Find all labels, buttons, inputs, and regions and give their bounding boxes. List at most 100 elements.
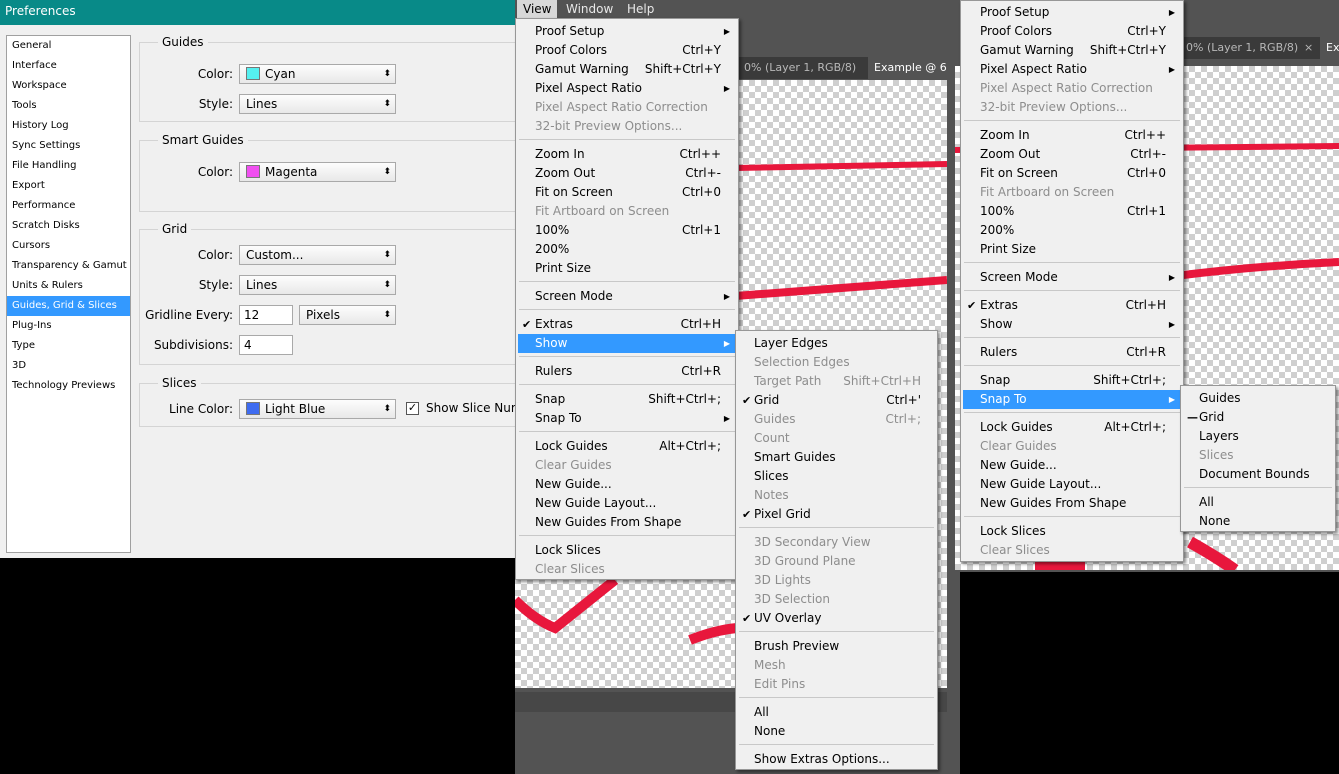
menu-item-snap[interactable]: Snap Shift+Ctrl+; <box>963 371 1181 390</box>
menu-item-new-guides-from-shape[interactable]: New Guides From Shape <box>518 513 736 532</box>
nav-item-export[interactable]: Export <box>7 176 130 196</box>
menu-item-proof-setup[interactable]: Proof Setup ▶ <box>963 3 1181 22</box>
menu-window[interactable]: Window <box>566 0 613 18</box>
menu-item-layer-edges[interactable]: Layer Edges <box>738 334 935 353</box>
menu-item-extras[interactable]: ✔ Extras Ctrl+H <box>963 296 1181 315</box>
menu-help[interactable]: Help <box>627 0 654 18</box>
menu-item-none[interactable]: None <box>738 722 935 741</box>
menu-item-notes[interactable]: Notes <box>738 486 935 505</box>
menu-item-fit-on-screen[interactable]: Fit on Screen Ctrl+0 <box>518 183 736 202</box>
menu-item-selection-edges[interactable]: Selection Edges <box>738 353 935 372</box>
document-tab-active[interactable]: Ex <box>1320 37 1339 59</box>
menu-item-snap-to[interactable]: Snap To ▶ <box>963 390 1181 409</box>
nav-item-type[interactable]: Type <box>7 336 130 356</box>
menu-item-mesh[interactable]: Mesh <box>738 656 935 675</box>
menu-item-guides[interactable]: Guides <box>1183 389 1333 408</box>
nav-item-scratch-disks[interactable]: Scratch Disks <box>7 216 130 236</box>
document-tab[interactable]: 0% (Layer 1, RGB/8) <box>1180 37 1298 59</box>
menu-view[interactable]: View <box>517 0 558 18</box>
menu-item-new-guide[interactable]: New Guide... <box>963 456 1181 475</box>
menu-item-3d-ground-plane[interactable]: 3D Ground Plane <box>738 552 935 571</box>
menu-item-snap-to[interactable]: Snap To ▶ <box>518 409 736 428</box>
menu-item-pixel-aspect-ratio-correction[interactable]: Pixel Aspect Ratio Correction <box>518 98 736 117</box>
menu-item-print-size[interactable]: Print Size <box>963 240 1181 259</box>
menu-item-pixel-grid[interactable]: ✔ Pixel Grid <box>738 505 935 524</box>
menu-item-100[interactable]: 100% Ctrl+1 <box>963 202 1181 221</box>
menu-item-all[interactable]: All <box>738 703 935 722</box>
menu-item-screen-mode[interactable]: Screen Mode ▶ <box>518 287 736 306</box>
nav-item-plug-ins[interactable]: Plug-Ins <box>7 316 130 336</box>
menu-item-lock-slices[interactable]: Lock Slices <box>963 522 1181 541</box>
menu-item-zoom-in[interactable]: Zoom In Ctrl++ <box>963 126 1181 145</box>
nav-item-workspace[interactable]: Workspace <box>7 76 130 96</box>
menu-item-screen-mode[interactable]: Screen Mode ▶ <box>963 268 1181 287</box>
menu-item-zoom-in[interactable]: Zoom In Ctrl++ <box>518 145 736 164</box>
menu-item-edit-pins[interactable]: Edit Pins <box>738 675 935 694</box>
menu-item-32-bit-preview-options[interactable]: 32-bit Preview Options... <box>518 117 736 136</box>
document-tab[interactable]: 0% (Layer 1, RGB/8) <box>738 57 866 79</box>
menu-item-show[interactable]: Show ▶ <box>518 334 736 353</box>
nav-item-file-handling[interactable]: File Handling <box>7 156 130 176</box>
slices-line-color-select[interactable]: Light Blue ⬍ <box>239 399 396 419</box>
menu-item-proof-colors[interactable]: Proof Colors Ctrl+Y <box>518 41 736 60</box>
menu-item-fit-on-screen[interactable]: Fit on Screen Ctrl+0 <box>963 164 1181 183</box>
menu-item-target-path[interactable]: Target Path Shift+Ctrl+H <box>738 372 935 391</box>
menu-item-show[interactable]: Show ▶ <box>963 315 1181 334</box>
menu-item-gamut-warning[interactable]: Gamut Warning Shift+Ctrl+Y <box>518 60 736 79</box>
menu-item-grid[interactable]: ✔ Grid Ctrl+' <box>738 391 935 410</box>
guides-color-select[interactable]: Cyan ⬍ <box>239 64 396 84</box>
nav-item-history-log[interactable]: History Log <box>7 116 130 136</box>
menu-item-proof-colors[interactable]: Proof Colors Ctrl+Y <box>963 22 1181 41</box>
menu-item-rulers[interactable]: Rulers Ctrl+R <box>518 362 736 381</box>
menu-item-layers[interactable]: Layers <box>1183 427 1333 446</box>
menu-item-pixel-aspect-ratio-correction[interactable]: Pixel Aspect Ratio Correction <box>963 79 1181 98</box>
menu-item-snap[interactable]: Snap Shift+Ctrl+; <box>518 390 736 409</box>
menu-item-zoom-out[interactable]: Zoom Out Ctrl+- <box>518 164 736 183</box>
show-slice-numbers-checkbox[interactable]: ✓ <box>406 402 419 415</box>
menu-item-3d-selection[interactable]: 3D Selection <box>738 590 935 609</box>
subdivisions-input[interactable]: 4 <box>239 335 293 355</box>
menu-item-zoom-out[interactable]: Zoom Out Ctrl+- <box>963 145 1181 164</box>
guides-style-select[interactable]: Lines ⬍ <box>239 94 396 114</box>
menu-item-new-guide-layout[interactable]: New Guide Layout... <box>518 494 736 513</box>
menu-item-uv-overlay[interactable]: ✔ UV Overlay <box>738 609 935 628</box>
menu-item-100[interactable]: 100% Ctrl+1 <box>518 221 736 240</box>
menu-item-gamut-warning[interactable]: Gamut Warning Shift+Ctrl+Y <box>963 41 1181 60</box>
nav-item-cursors[interactable]: Cursors <box>7 236 130 256</box>
nav-item-performance[interactable]: Performance <box>7 196 130 216</box>
menu-item-document-bounds[interactable]: Document Bounds <box>1183 465 1333 484</box>
menu-item-new-guide[interactable]: New Guide... <box>518 475 736 494</box>
menu-item-rulers[interactable]: Rulers Ctrl+R <box>963 343 1181 362</box>
menu-item-new-guides-from-shape[interactable]: New Guides From Shape <box>963 494 1181 513</box>
gridline-every-input[interactable]: 12 <box>239 305 293 325</box>
menu-item-fit-artboard-on-screen[interactable]: Fit Artboard on Screen <box>518 202 736 221</box>
menu-item-slices[interactable]: Slices <box>738 467 935 486</box>
menu-item-clear-slices[interactable]: Clear Slices <box>518 560 736 579</box>
nav-item-3d[interactable]: 3D <box>7 356 130 376</box>
nav-item-units-rulers[interactable]: Units & Rulers <box>7 276 130 296</box>
menu-item-clear-guides[interactable]: Clear Guides <box>518 456 736 475</box>
menu-item-pixel-aspect-ratio[interactable]: Pixel Aspect Ratio ▶ <box>963 60 1181 79</box>
menu-item-lock-guides[interactable]: Lock Guides Alt+Ctrl+; <box>518 437 736 456</box>
nav-item-technology-previews[interactable]: Technology Previews <box>7 376 130 396</box>
menu-item-print-size[interactable]: Print Size <box>518 259 736 278</box>
menu-item-guides[interactable]: Guides Ctrl+; <box>738 410 935 429</box>
menu-item-clear-guides[interactable]: Clear Guides <box>963 437 1181 456</box>
nav-item-tools[interactable]: Tools <box>7 96 130 116</box>
menu-item-slices[interactable]: Slices <box>1183 446 1333 465</box>
nav-item-interface[interactable]: Interface <box>7 56 130 76</box>
menu-item-count[interactable]: Count <box>738 429 935 448</box>
menu-item-extras[interactable]: ✔ Extras Ctrl+H <box>518 315 736 334</box>
menu-item-all[interactable]: All <box>1183 493 1333 512</box>
nav-item-sync-settings[interactable]: Sync Settings <box>7 136 130 156</box>
menu-item-show-extras-options[interactable]: Show Extras Options... <box>738 750 935 769</box>
menu-item-200[interactable]: 200% <box>518 240 736 259</box>
grid-color-select[interactable]: Custom... ⬍ <box>239 245 396 265</box>
document-tab-active[interactable]: Example @ 6 <box>868 57 948 79</box>
nav-item-transparency-gamut[interactable]: Transparency & Gamut <box>7 256 130 276</box>
menu-item-proof-setup[interactable]: Proof Setup ▶ <box>518 22 736 41</box>
smart-guides-color-select[interactable]: Magenta ⬍ <box>239 162 396 182</box>
menu-item-new-guide-layout[interactable]: New Guide Layout... <box>963 475 1181 494</box>
tab-close-icon[interactable]: × <box>1298 37 1316 59</box>
menu-item-3d-lights[interactable]: 3D Lights <box>738 571 935 590</box>
